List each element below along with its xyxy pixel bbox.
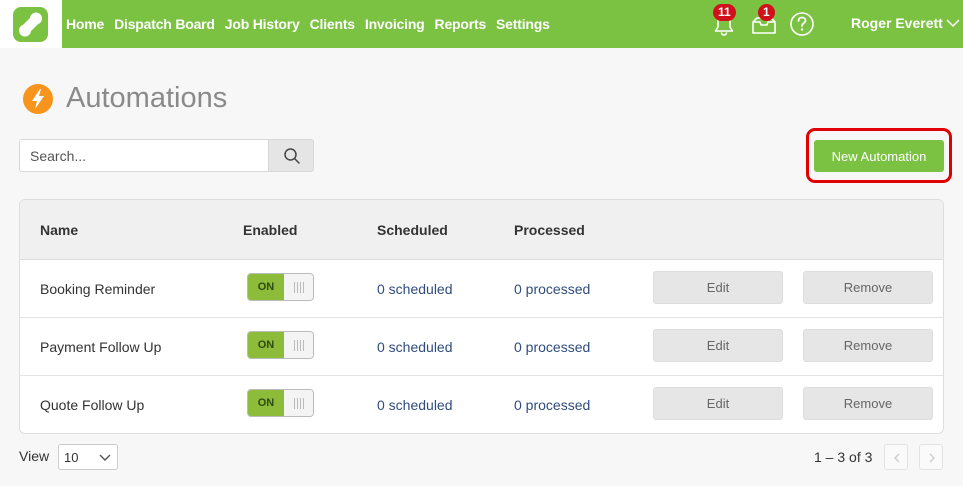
new-automation-button[interactable]: New Automation xyxy=(814,140,944,172)
remove-button[interactable]: Remove xyxy=(803,329,933,362)
page-title: Automations xyxy=(66,82,228,114)
automation-name: Booking Reminder xyxy=(40,281,156,297)
chevron-down-icon xyxy=(99,454,111,461)
nav-reports[interactable]: Reports xyxy=(435,16,487,32)
table-row: Booking Reminder ON 0 scheduled 0 proces… xyxy=(20,260,943,318)
processed-link[interactable]: 0 processed xyxy=(514,397,590,413)
page-size-value: 10 xyxy=(64,450,79,465)
table-header: Name Enabled Scheduled Processed xyxy=(20,200,943,260)
user-menu[interactable]: Roger Everett xyxy=(851,15,943,31)
scheduled-link[interactable]: 0 scheduled xyxy=(377,339,453,355)
prev-page-button[interactable] xyxy=(884,444,908,470)
automations-table: Name Enabled Scheduled Processed Booking… xyxy=(19,199,944,434)
enabled-toggle[interactable]: ON xyxy=(247,273,314,301)
help-button[interactable] xyxy=(788,10,816,38)
messages-button[interactable]: 1 xyxy=(750,4,778,38)
chevron-right-icon xyxy=(929,453,935,463)
notifications-button[interactable]: 11 xyxy=(710,4,738,38)
nav-invoicing[interactable]: Invoicing xyxy=(365,16,425,32)
toggle-knob xyxy=(284,274,313,300)
help-icon xyxy=(790,12,814,36)
remove-button[interactable]: Remove xyxy=(803,387,933,420)
header-name[interactable]: Name xyxy=(40,222,78,238)
toggle-knob xyxy=(284,332,313,358)
nav-job-history[interactable]: Job History xyxy=(225,16,300,32)
logo-container[interactable] xyxy=(0,0,62,48)
nav-dispatch-board[interactable]: Dispatch Board xyxy=(114,16,215,32)
lightning-icon xyxy=(23,84,53,114)
table-row: Quote Follow Up ON 0 scheduled 0 process… xyxy=(20,376,943,433)
processed-link[interactable]: 0 processed xyxy=(514,339,590,355)
search-input[interactable] xyxy=(19,139,269,172)
top-navbar: Home Dispatch Board Job History Clients … xyxy=(0,0,963,48)
toggle-on-label: ON xyxy=(248,390,284,416)
chevron-left-icon xyxy=(894,453,900,463)
pagination-range: 1 – 3 of 3 xyxy=(814,449,873,465)
edit-button[interactable]: Edit xyxy=(653,329,783,362)
scheduled-link[interactable]: 0 scheduled xyxy=(377,281,453,297)
notifications-badge: 11 xyxy=(713,4,736,21)
edit-button[interactable]: Edit xyxy=(653,387,783,420)
next-page-button[interactable] xyxy=(919,444,943,470)
enabled-toggle[interactable]: ON xyxy=(247,331,314,359)
automation-name: Quote Follow Up xyxy=(40,397,145,413)
view-label: View xyxy=(19,448,50,464)
nav-home[interactable]: Home xyxy=(66,16,104,32)
edit-button[interactable]: Edit xyxy=(653,271,783,304)
toggle-on-label: ON xyxy=(248,274,284,300)
table-row: Payment Follow Up ON 0 scheduled 0 proce… xyxy=(20,318,943,376)
main-nav: Home Dispatch Board Job History Clients … xyxy=(66,0,560,48)
messages-badge: 1 xyxy=(758,4,775,21)
app-logo-icon[interactable] xyxy=(13,7,48,42)
page-size-select[interactable]: 10 xyxy=(58,444,118,470)
toggle-knob xyxy=(284,390,313,416)
automation-name: Payment Follow Up xyxy=(40,339,162,355)
remove-button[interactable]: Remove xyxy=(803,271,933,304)
enabled-toggle[interactable]: ON xyxy=(247,389,314,417)
header-enabled[interactable]: Enabled xyxy=(243,222,297,238)
header-scheduled[interactable]: Scheduled xyxy=(377,222,448,238)
nav-settings[interactable]: Settings xyxy=(496,16,550,32)
header-processed[interactable]: Processed xyxy=(514,222,585,238)
search-button[interactable] xyxy=(268,139,314,172)
nav-clients[interactable]: Clients xyxy=(310,16,355,32)
chevron-down-icon[interactable] xyxy=(946,16,960,30)
processed-link[interactable]: 0 processed xyxy=(514,281,590,297)
search-icon xyxy=(284,148,300,164)
toggle-on-label: ON xyxy=(248,332,284,358)
scheduled-link[interactable]: 0 scheduled xyxy=(377,397,453,413)
